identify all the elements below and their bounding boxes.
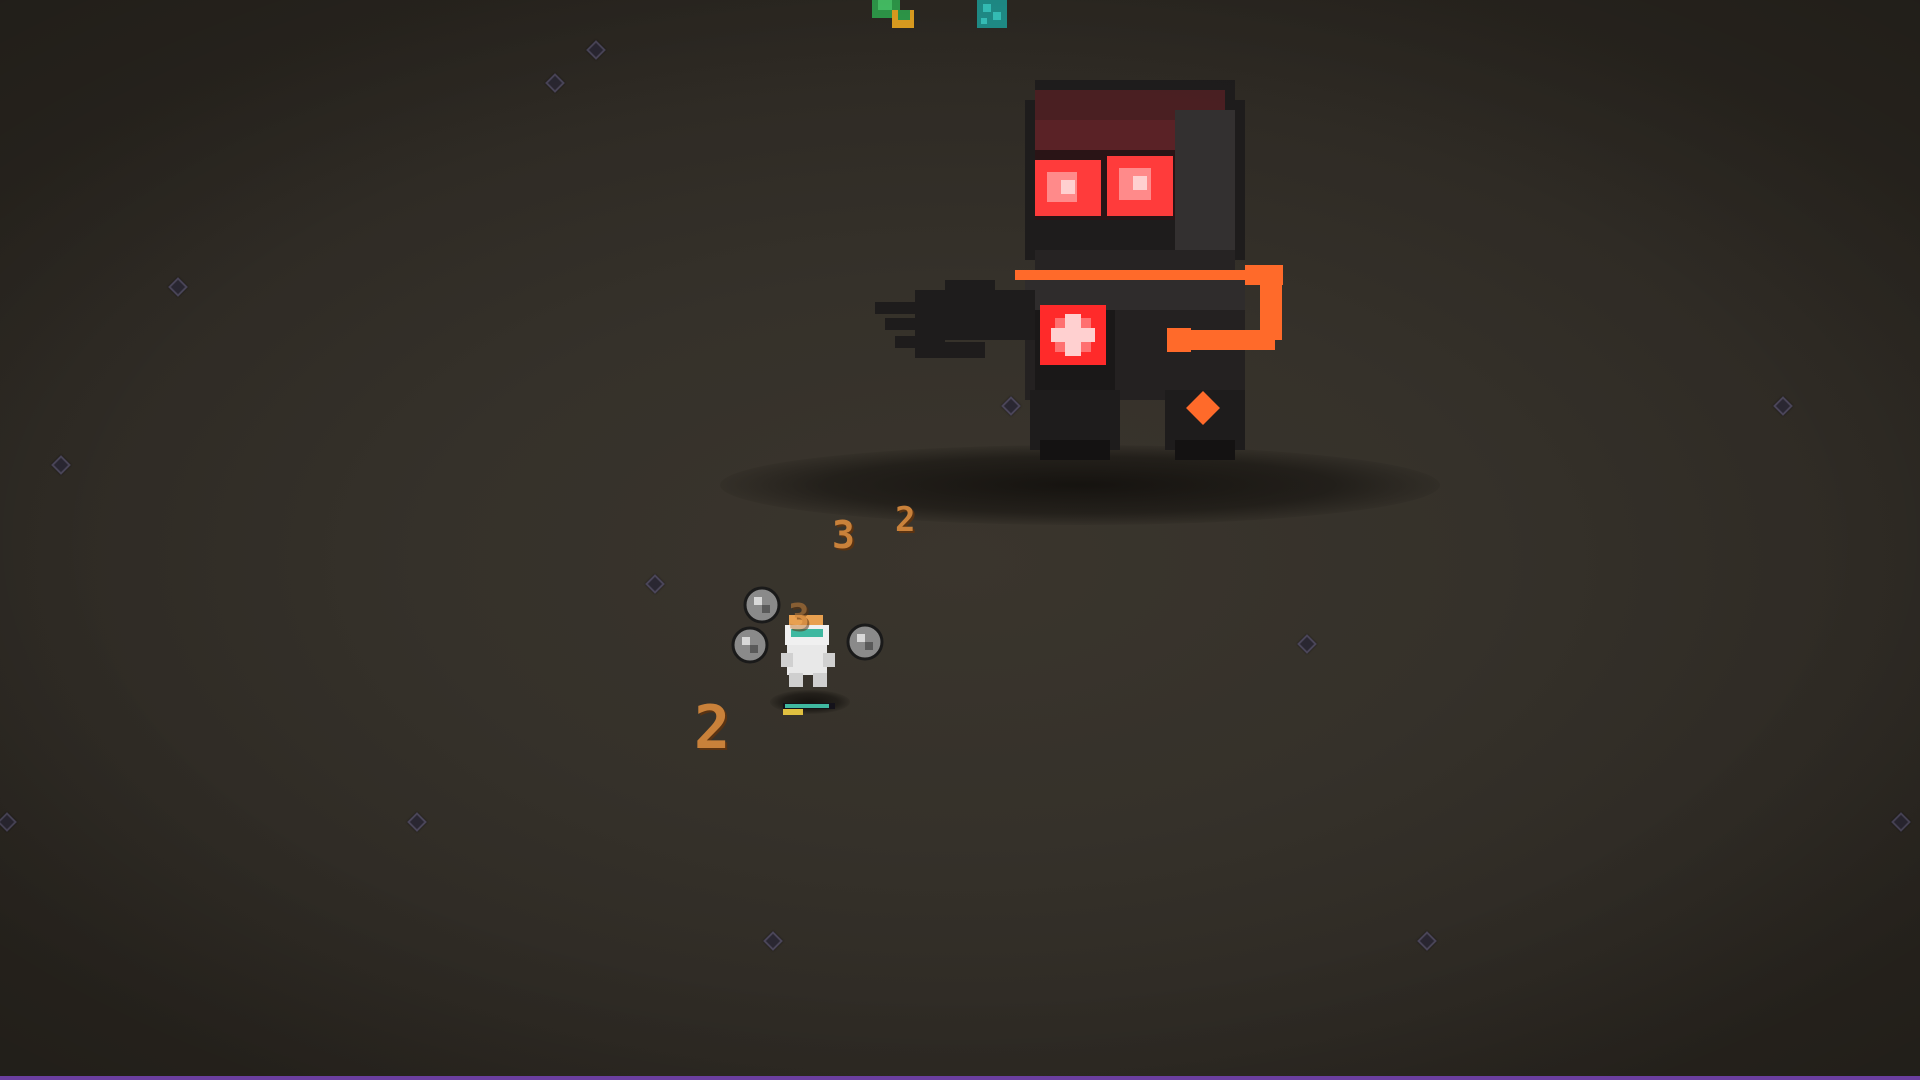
- teal-enemy-icon[interactable]: [975, 0, 1015, 32]
- xp-gem: [168, 277, 188, 297]
- xp-progress-bar: [0, 1076, 1920, 1080]
- xp-gem: [1891, 812, 1911, 832]
- game-viewport[interactable]: 3 2 3 2: [0, 0, 1920, 1080]
- xp-gem: [586, 40, 606, 60]
- robot-boss-icon[interactable]: [875, 80, 1295, 480]
- xp-gem: [51, 455, 71, 475]
- hero-icon[interactable]: [775, 615, 845, 715]
- xp-gem: [1297, 634, 1317, 654]
- damage-number: 2: [895, 500, 916, 540]
- xp-gem: [545, 73, 565, 93]
- xp-gem: [407, 812, 427, 832]
- damage-number: 3: [788, 597, 810, 638]
- rock-orb-icon: [731, 626, 769, 664]
- green-enemy-icon[interactable]: [870, 0, 940, 30]
- xp-gem: [0, 812, 17, 832]
- xp-gem: [1417, 931, 1437, 951]
- xp-gem: [1773, 396, 1793, 416]
- damage-number: 3: [832, 513, 855, 557]
- rock-orb-icon: [743, 586, 781, 624]
- xp-gem: [763, 931, 783, 951]
- xp-gem: [645, 574, 665, 594]
- rock-orb-icon: [846, 623, 884, 661]
- damage-number: 2: [694, 693, 731, 763]
